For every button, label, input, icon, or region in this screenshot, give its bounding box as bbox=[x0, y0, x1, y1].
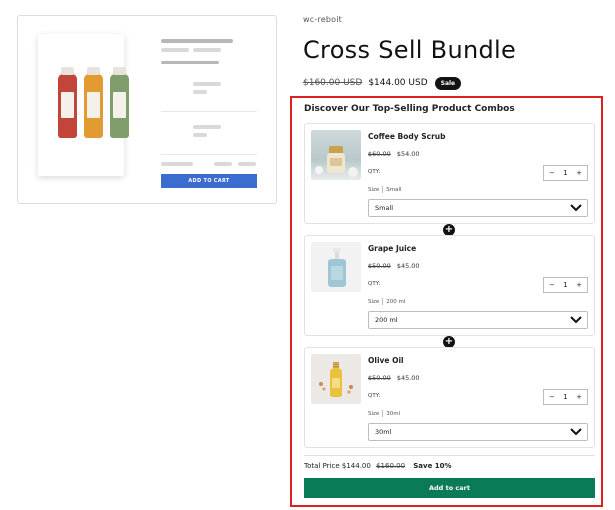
oil-bottle-icon bbox=[319, 362, 353, 397]
coffee-scrub-image bbox=[311, 130, 361, 180]
coffee-scrub-jar-icon bbox=[315, 146, 358, 177]
total-divider bbox=[304, 455, 595, 456]
plus-icon[interactable]: + bbox=[576, 169, 582, 177]
variant-select[interactable]: Small bbox=[368, 199, 588, 217]
quantity-value[interactable]: 1 bbox=[563, 393, 567, 401]
bundle-item: Olive Oil $50.00 $45.00 QTY: − 1 + Size 3… bbox=[304, 347, 595, 448]
chevron-down-icon bbox=[570, 204, 582, 212]
placeholder-line bbox=[214, 162, 232, 166]
placeholder-line bbox=[238, 162, 256, 166]
quantity-value[interactable]: 1 bbox=[563, 281, 567, 289]
placeholder-line bbox=[161, 48, 189, 52]
placeholder-line bbox=[193, 125, 221, 129]
price-row: $160.00 USD $144.00 USD Sale bbox=[303, 76, 462, 90]
qty-label: QTY: bbox=[368, 393, 381, 399]
minus-icon[interactable]: − bbox=[549, 393, 555, 401]
option-value: 200 ml bbox=[386, 299, 406, 305]
pump-bottle-icon bbox=[328, 248, 346, 287]
quantity-value[interactable]: 1 bbox=[563, 169, 567, 177]
option-label: Size bbox=[368, 187, 380, 193]
placeholder-divider bbox=[161, 154, 257, 155]
product-title: Cross Sell Bundle bbox=[303, 36, 517, 64]
item-name[interactable]: Coffee Body Scrub bbox=[368, 132, 446, 141]
juice-bottle-orange-icon bbox=[84, 67, 103, 138]
bundle-item: Grape Juice $50.00 $45.00 QTY: − 1 + Siz… bbox=[304, 235, 595, 336]
total-compare-price: $160.00 bbox=[376, 462, 406, 470]
option-label: Size bbox=[368, 411, 380, 417]
sale-badge: Sale bbox=[434, 76, 462, 90]
item-prices: $50.00 $45.00 bbox=[368, 262, 420, 270]
grape-juice-image bbox=[311, 242, 361, 292]
qty-label: QTY: bbox=[368, 281, 381, 287]
item-compare-price: $60.00 bbox=[368, 150, 391, 158]
quantity-stepper: − 1 + bbox=[543, 389, 588, 405]
olive-oil-image bbox=[311, 354, 361, 404]
minus-icon[interactable]: − bbox=[549, 169, 555, 177]
preview-add-to-cart-button[interactable]: ADD TO CART bbox=[161, 174, 257, 188]
item-prices: $50.00 $45.00 bbox=[368, 374, 420, 382]
plus-icon[interactable]: + bbox=[576, 393, 582, 401]
quantity-stepper: − 1 + bbox=[543, 277, 588, 293]
item-price: $45.00 bbox=[396, 262, 420, 270]
sale-price: $144.00 USD bbox=[368, 78, 428, 88]
item-name[interactable]: Grape Juice bbox=[368, 244, 416, 253]
chevron-down-icon bbox=[570, 316, 582, 324]
juice-bottle-red-icon bbox=[58, 67, 77, 138]
placeholder-line bbox=[161, 162, 193, 166]
product-gallery: ADD TO CART bbox=[17, 15, 277, 204]
plus-icon[interactable]: + bbox=[576, 281, 582, 289]
product-vendor[interactable]: wc-reboit bbox=[303, 15, 342, 24]
item-compare-price: $50.00 bbox=[368, 262, 391, 270]
option-value: 30ml bbox=[386, 411, 401, 417]
placeholder-line bbox=[193, 90, 207, 94]
bundle-item: Coffee Body Scrub $60.00 $54.00 QTY: − 1… bbox=[304, 123, 595, 224]
variant-select[interactable]: 200 ml bbox=[368, 311, 588, 329]
variant-option: Size 200 ml bbox=[368, 298, 405, 305]
item-compare-price: $50.00 bbox=[368, 374, 391, 382]
select-value: 30ml bbox=[375, 428, 392, 436]
placeholder-divider bbox=[161, 111, 257, 112]
placeholder-line bbox=[193, 48, 221, 52]
option-value: Small bbox=[386, 187, 402, 193]
item-price: $54.00 bbox=[396, 150, 420, 158]
minus-icon[interactable]: − bbox=[549, 281, 555, 289]
placeholder-line bbox=[161, 61, 219, 64]
variant-option: Size 30ml bbox=[368, 410, 400, 417]
product-image[interactable] bbox=[38, 34, 129, 176]
item-prices: $60.00 $54.00 bbox=[368, 150, 420, 158]
cross-sell-bundle: Discover Our Top-Selling Product Combos … bbox=[290, 96, 603, 507]
total-label: Total Price bbox=[304, 462, 340, 470]
placeholder-line bbox=[193, 133, 207, 137]
qty-label: QTY: bbox=[368, 169, 381, 175]
variant-select[interactable]: 30ml bbox=[368, 423, 588, 441]
variant-option: Size Small bbox=[368, 186, 402, 193]
juice-bottle-green-icon bbox=[110, 67, 129, 138]
compare-price: $160.00 USD bbox=[303, 78, 363, 88]
bundle-heading: Discover Our Top-Selling Product Combos bbox=[304, 104, 515, 114]
placeholder-title bbox=[161, 39, 233, 43]
total-price: $144.00 bbox=[341, 462, 371, 470]
save-text: Save 10% bbox=[413, 462, 452, 470]
select-value: 200 ml bbox=[375, 316, 398, 324]
quantity-stepper: − 1 + bbox=[543, 165, 588, 181]
option-label: Size bbox=[368, 299, 380, 305]
chevron-down-icon bbox=[570, 428, 582, 436]
add-to-cart-button[interactable]: Add to cart bbox=[304, 478, 595, 498]
select-value: Small bbox=[375, 204, 394, 212]
placeholder-line bbox=[193, 82, 221, 86]
item-name[interactable]: Olive Oil bbox=[368, 356, 404, 365]
item-price: $45.00 bbox=[396, 374, 420, 382]
total-price-row: Total Price $144.00 $160.00 Save 10% bbox=[304, 462, 452, 470]
